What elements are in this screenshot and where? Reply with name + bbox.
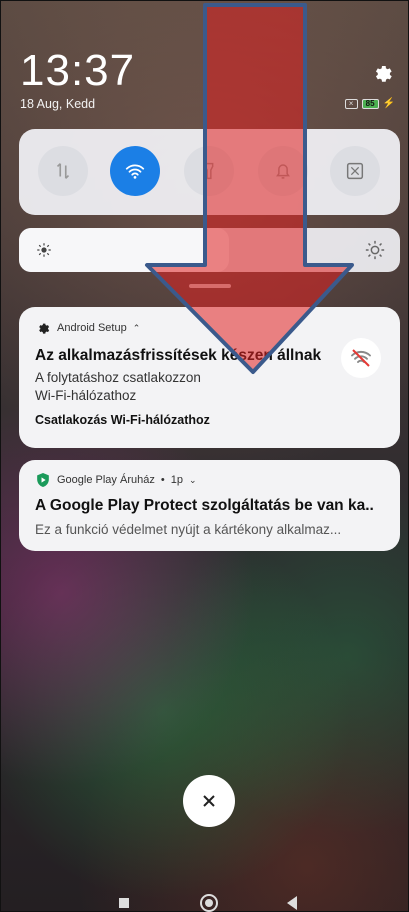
date: 18 Aug, Kedd [20,97,96,111]
drag-handle[interactable] [189,284,231,288]
settings-gear-icon [35,320,51,336]
notification-header: Android Setup ⌃ [35,320,140,336]
quick-settings-panel [19,129,400,215]
recents-button[interactable] [119,898,129,908]
flashlight-icon [204,162,214,180]
wifi-icon [125,164,145,179]
mobile-data-toggle[interactable] [38,146,88,196]
notification-android-setup[interactable]: Android Setup ⌃ Az alkalmazásfrissítések… [19,307,400,448]
home-button[interactable] [200,894,218,912]
notification-text: Ez a funkció védelmet nyújt a kártékony … [35,522,342,537]
charging-icon: ⚡ [382,98,395,109]
notification-app-name: Google Play Áruház [57,474,155,486]
notification-header: Google Play Áruház • 1p ⌄ [35,472,197,488]
connect-wifi-action[interactable]: Csatlakozás Wi-Fi-hálózathoz [35,413,210,427]
sound-toggle[interactable] [258,146,308,196]
bell-icon [276,164,290,179]
screenshot-icon [346,162,364,180]
clock: 13:37 [20,46,136,95]
sun-small-icon [37,243,51,257]
wifi-off-icon [341,338,381,378]
brightness-slider[interactable] [19,228,400,272]
battery-indicator: 85 [361,98,379,109]
no-sim-icon: × [344,98,358,109]
notification-time: 1p [170,474,183,486]
wifi-toggle[interactable] [110,146,160,196]
play-protect-icon [35,472,51,488]
status-icons: × 85 ⚡ [344,98,395,109]
clear-all-button[interactable] [183,775,235,827]
notification-title: Az alkalmazásfrissítések készen állnak [35,347,322,364]
chevron-up-icon[interactable]: ⌃ [133,323,141,334]
close-icon [203,795,215,807]
notification-title: A Google Play Protect szolgáltatás be va… [35,497,374,514]
sun-large-icon [365,240,385,260]
notification-text-line2: Wi-Fi-hálózathoz [35,388,137,403]
mobile-data-icon [56,163,70,179]
separator-dot: • [160,474,165,486]
back-button[interactable] [287,896,297,910]
gear-icon[interactable] [371,62,393,84]
navigation-bar [0,884,409,912]
flashlight-toggle[interactable] [184,146,234,196]
notification-app-name: Android Setup [57,322,127,334]
notification-google-play[interactable]: Google Play Áruház • 1p ⌄ A Google Play … [19,460,400,551]
chevron-down-icon[interactable]: ⌄ [189,475,197,486]
notification-text-line1: A folytatáshoz csatlakozzon [35,370,201,385]
screenshot-toggle[interactable] [330,146,380,196]
